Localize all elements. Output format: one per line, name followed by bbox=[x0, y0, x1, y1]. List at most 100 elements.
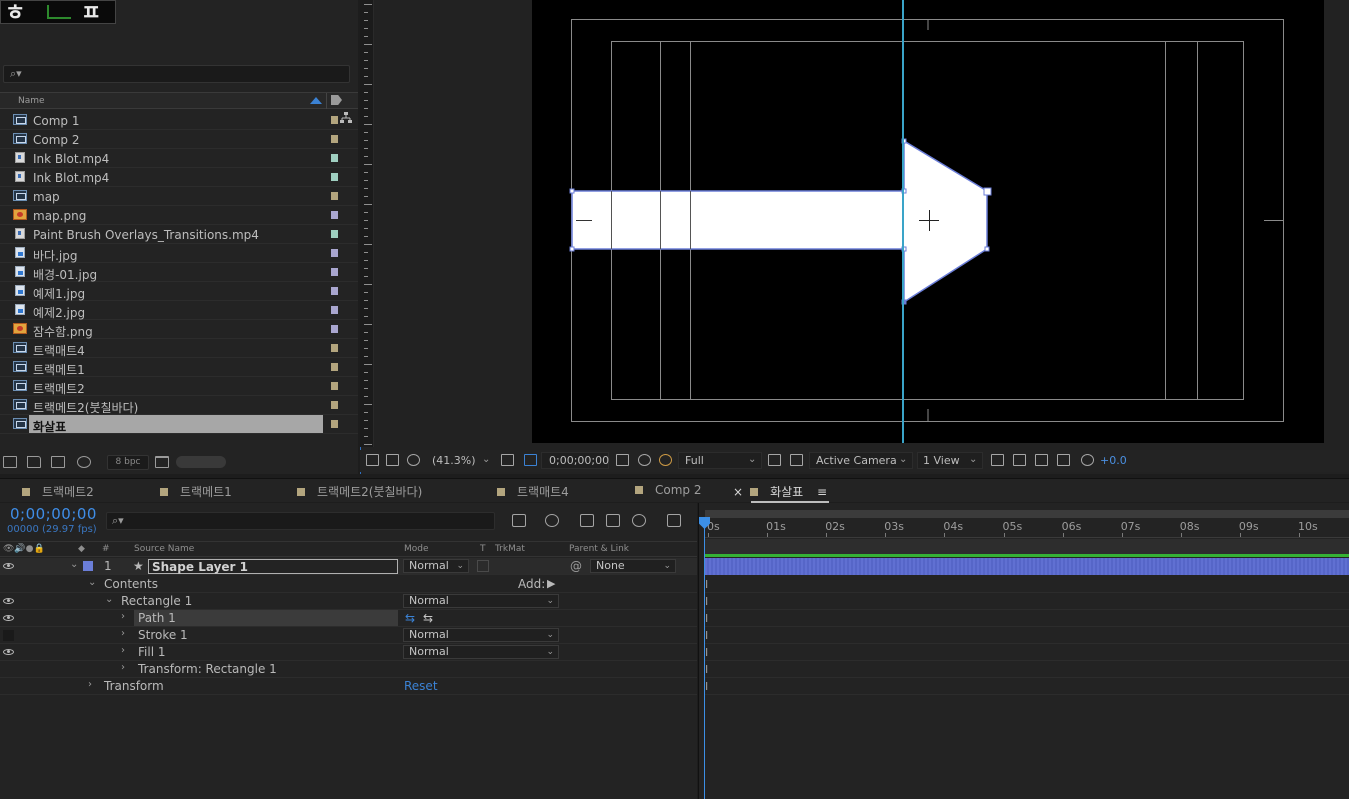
bit-depth-button[interactable]: 8 bpc bbox=[107, 455, 149, 470]
label-color-swatch[interactable] bbox=[331, 211, 338, 219]
eye-icon[interactable] bbox=[3, 598, 14, 604]
project-item[interactable]: Ink Blot.mp4 bbox=[0, 168, 358, 187]
chevron-right-icon[interactable]: › bbox=[121, 628, 125, 639]
project-item[interactable]: 트랙메트2 bbox=[0, 377, 358, 396]
project-item[interactable]: Ink Blot.mp4 bbox=[0, 149, 358, 168]
fill-row[interactable]: › Fill 1 Normal ⌄ bbox=[0, 644, 697, 661]
av-features-icon[interactable]: 👁🔊●🔒 bbox=[3, 544, 45, 554]
project-item[interactable]: 바다.jpg bbox=[0, 244, 358, 263]
fast-previews-icon[interactable] bbox=[768, 454, 781, 466]
eye-icon[interactable] bbox=[3, 649, 14, 655]
transparency-grid-icon[interactable] bbox=[790, 454, 803, 466]
path-reverse-icon[interactable]: ⇆ bbox=[423, 611, 433, 625]
timeline-search-input[interactable]: ⌕▾ bbox=[106, 512, 495, 530]
project-item[interactable]: 트랙메트1 bbox=[0, 358, 358, 377]
label-color-swatch[interactable] bbox=[331, 192, 338, 200]
project-item[interactable]: 화살표 bbox=[0, 415, 358, 434]
path-direction-icon[interactable]: ⇆ bbox=[405, 611, 415, 625]
tab-trackmatte2[interactable]: 트랙메트2 bbox=[22, 483, 94, 500]
label-color-swatch[interactable] bbox=[331, 116, 338, 124]
chevron-right-icon[interactable]: › bbox=[121, 662, 125, 673]
project-item[interactable]: 예제2.jpg bbox=[0, 301, 358, 320]
layer-row[interactable]: ⌄ 1 ★ Shape Layer 1 Normal ⌄ @ None ⌄ bbox=[0, 558, 697, 575]
current-time-display[interactable]: 0;00;00;00 bbox=[10, 505, 97, 523]
pickwhip-icon[interactable]: @ bbox=[570, 559, 582, 573]
project-item[interactable]: Paint Brush Overlays_Transitions.mp4 bbox=[0, 225, 358, 244]
chevron-down-icon[interactable]: ⌄ bbox=[105, 594, 113, 605]
arrow-shape[interactable] bbox=[571, 139, 988, 304]
stroke-row[interactable]: › Stroke 1 Normal ⌄ bbox=[0, 627, 697, 644]
layer-duration-bar[interactable] bbox=[705, 558, 1349, 575]
label-color-swatch[interactable] bbox=[331, 401, 338, 409]
name-column-header[interactable]: Name bbox=[18, 96, 45, 106]
label-color-swatch[interactable] bbox=[331, 325, 338, 333]
grid-guides-icon[interactable] bbox=[501, 454, 514, 466]
chevron-down-icon[interactable]: ⌄ bbox=[70, 559, 78, 570]
label-color-swatch[interactable] bbox=[331, 420, 338, 428]
eye-icon[interactable] bbox=[3, 615, 14, 621]
new-composition-icon[interactable] bbox=[51, 456, 65, 468]
eye-icon[interactable] bbox=[3, 563, 14, 569]
new-folder-icon[interactable] bbox=[27, 456, 41, 468]
label-color-swatch[interactable] bbox=[331, 173, 338, 181]
label-color-swatch[interactable] bbox=[331, 344, 338, 352]
layer-label-color[interactable] bbox=[83, 561, 93, 571]
tab-trackmatte4[interactable]: 트랙매트4 bbox=[497, 483, 569, 500]
label-color-swatch[interactable] bbox=[331, 249, 338, 257]
contents-row[interactable]: ⌄ Contents Add: ▶ bbox=[0, 576, 697, 593]
mask-visibility-icon[interactable] bbox=[407, 454, 420, 466]
always-preview-icon[interactable] bbox=[366, 454, 379, 466]
transform-rectangle-row[interactable]: › Transform: Rectangle 1 bbox=[0, 661, 697, 678]
rectangle-row[interactable]: ⌄ Rectangle 1 Normal ⌄ bbox=[0, 593, 697, 610]
rectangle-mode-dropdown[interactable]: Normal ⌄ bbox=[403, 594, 559, 608]
label-column-icon[interactable]: ◆ bbox=[78, 544, 85, 554]
transform-row[interactable]: › Transform Reset bbox=[0, 678, 697, 695]
source-name-column[interactable]: Source Name bbox=[134, 544, 194, 554]
fill-mode-dropdown[interactable]: Normal ⌄ bbox=[403, 645, 559, 659]
visibility-off-icon[interactable] bbox=[3, 630, 14, 641]
label-tag-icon[interactable] bbox=[331, 95, 342, 105]
trash-icon[interactable] bbox=[155, 456, 169, 468]
close-icon[interactable]: × bbox=[733, 485, 743, 499]
project-item[interactable]: 배경-01.jpg bbox=[0, 263, 358, 282]
project-item[interactable]: 트랙메트2(붓칠바다) bbox=[0, 396, 358, 415]
fast-draft-icon[interactable] bbox=[1013, 454, 1026, 466]
label-color-swatch[interactable] bbox=[331, 230, 338, 238]
project-item[interactable]: Comp 1 bbox=[0, 111, 358, 130]
stroke-mode-dropdown[interactable]: Normal ⌄ bbox=[403, 628, 559, 642]
comp-flowchart-icon[interactable] bbox=[512, 514, 526, 527]
flowchart-view-icon[interactable] bbox=[1035, 454, 1048, 466]
project-item[interactable]: map.png bbox=[0, 206, 358, 225]
label-color-swatch[interactable] bbox=[331, 268, 338, 276]
time-ruler[interactable]: 0s 01s 02s 03s 04s 05s 06s 07s 08s 09s 10s bbox=[705, 518, 1349, 538]
label-color-swatch[interactable] bbox=[331, 363, 338, 371]
interpret-footage-icon[interactable] bbox=[3, 456, 17, 468]
show-snapshot-icon[interactable] bbox=[638, 454, 651, 466]
project-item[interactable]: 트랙매트4 bbox=[0, 339, 358, 358]
label-color-swatch[interactable] bbox=[331, 154, 338, 162]
path-row[interactable]: › Path 1 ⇆ ⇆ bbox=[0, 610, 697, 627]
toggle-pixel-aspect-icon[interactable] bbox=[991, 454, 1004, 466]
timeline-link-icon[interactable] bbox=[1057, 454, 1070, 466]
project-item[interactable]: map bbox=[0, 187, 358, 206]
label-color-swatch[interactable] bbox=[331, 382, 338, 390]
project-item[interactable]: 예제1.jpg bbox=[0, 282, 358, 301]
chevron-right-icon[interactable]: › bbox=[88, 679, 92, 690]
label-color-swatch[interactable] bbox=[331, 135, 338, 143]
tab-comp2[interactable]: Comp 2 bbox=[635, 483, 701, 497]
chevron-down-icon[interactable]: ⌄ bbox=[482, 454, 490, 465]
tab-trackmatte2-brush-sea[interactable]: 트랙메트2(붓칠바다) bbox=[297, 483, 422, 500]
sort-ascending-icon[interactable] bbox=[310, 97, 322, 104]
parent-dropdown[interactable]: None ⌄ bbox=[590, 559, 676, 573]
reset-link[interactable]: Reset bbox=[404, 679, 438, 693]
project-item[interactable]: Comp 2 bbox=[0, 130, 358, 149]
chevron-right-icon[interactable]: › bbox=[121, 611, 125, 622]
trkmat-toggle[interactable] bbox=[477, 560, 489, 572]
reset-exposure-icon[interactable] bbox=[1081, 454, 1094, 466]
display-icon[interactable] bbox=[386, 454, 399, 466]
label-color-swatch[interactable] bbox=[331, 287, 338, 295]
graph-editor-icon[interactable] bbox=[667, 514, 681, 527]
composition-canvas[interactable] bbox=[532, 0, 1324, 443]
tab-trackmatte1[interactable]: 트랙메트1 bbox=[160, 483, 232, 500]
hide-shy-layers-icon[interactable] bbox=[580, 514, 594, 527]
